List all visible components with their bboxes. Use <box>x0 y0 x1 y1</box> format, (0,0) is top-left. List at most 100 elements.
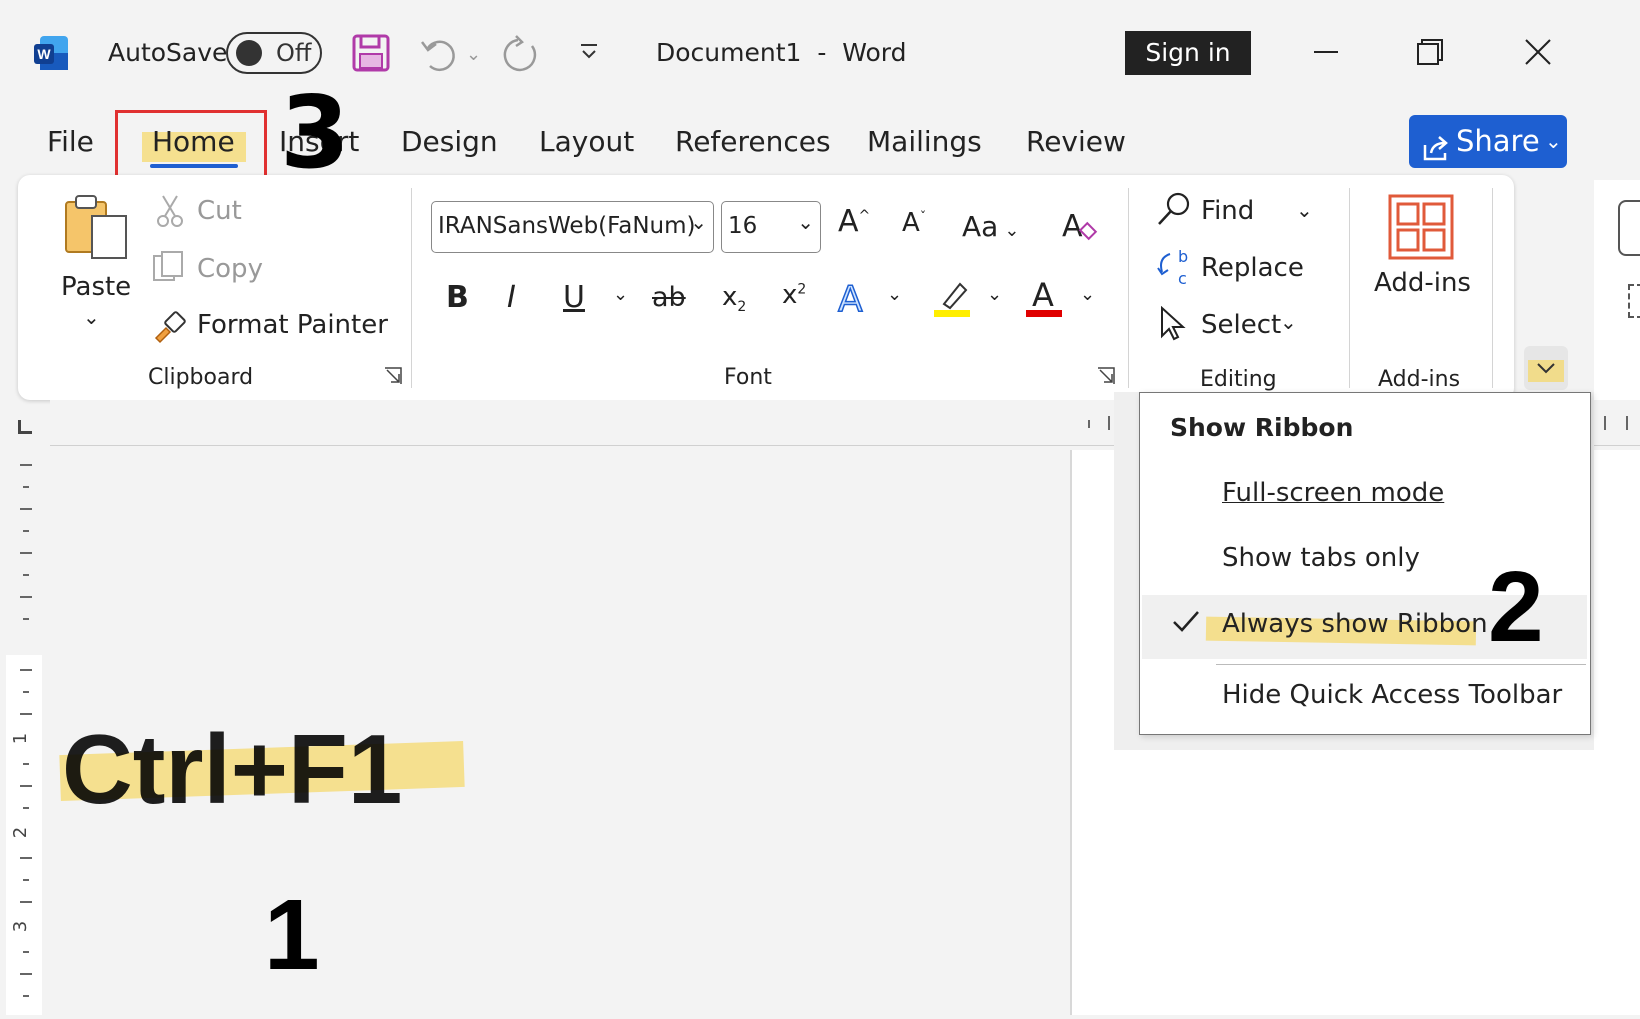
text-effects-icon[interactable]: A <box>836 277 876 321</box>
find-icon[interactable] <box>1156 191 1192 231</box>
tab-file[interactable]: File <box>47 125 94 158</box>
cut-icon[interactable] <box>155 194 185 232</box>
ruler-tick <box>1108 416 1110 430</box>
italic-button[interactable]: I <box>507 280 516 315</box>
clipboard-launcher-icon[interactable] <box>383 366 403 390</box>
svg-text:c: c <box>1178 269 1187 288</box>
share-label: Share <box>1456 124 1540 158</box>
format-painter-label[interactable]: Format Painter <box>197 310 388 340</box>
ruler-number: 2 <box>10 826 32 839</box>
ruler-tick <box>1626 416 1628 430</box>
tab-mailings[interactable]: Mailings <box>867 125 982 158</box>
font-color-chevron-icon[interactable]: ⌄ <box>1080 284 1095 305</box>
select-label[interactable]: Select <box>1201 310 1281 340</box>
ruler-tick <box>1604 416 1606 430</box>
step-2-number: 2 <box>1488 551 1544 663</box>
select-icon[interactable] <box>1158 305 1188 346</box>
group-separator <box>1492 188 1493 388</box>
shrink-font-icon[interactable]: Aˇ <box>902 208 926 238</box>
group-separator <box>1128 188 1129 388</box>
minimize-icon[interactable] <box>1306 30 1346 70</box>
replace-label[interactable]: Replace <box>1201 253 1304 283</box>
menu-item-show-tabs-only[interactable]: Show tabs only <box>1222 543 1420 573</box>
svg-text:A: A <box>838 279 863 317</box>
ruler-number: 3 <box>10 920 32 933</box>
find-chevron-icon[interactable]: ⌄ <box>1296 198 1313 222</box>
svg-text:A: A <box>1032 276 1054 314</box>
step-1-number: 1 <box>264 879 320 991</box>
font-size-combo[interactable]: 16 ⌄ <box>721 201 821 253</box>
checkmark-icon <box>1172 609 1202 639</box>
redo-icon[interactable] <box>502 34 542 78</box>
step-3-number: 3 <box>280 74 350 191</box>
change-case-label: Aa <box>962 210 999 243</box>
paste-icon[interactable] <box>64 192 130 266</box>
ribbon-options-chevron-icon <box>1537 363 1555 374</box>
add-ins-label[interactable]: Add-ins <box>1374 268 1471 298</box>
format-painter-icon[interactable] <box>152 308 188 348</box>
superscript-button[interactable]: x2 <box>782 280 806 310</box>
font-size-chevron-icon: ⌄ <box>797 210 814 234</box>
tab-references[interactable]: References <box>675 125 831 158</box>
customize-toolbar-icon[interactable] <box>577 40 601 68</box>
svg-text:b: b <box>1178 248 1188 266</box>
font-launcher-icon[interactable] <box>1096 366 1116 390</box>
font-name-value: IRANSansWeb(FaNum) <box>438 213 696 239</box>
autosave-toggle[interactable]: Off <box>226 32 322 74</box>
change-case-button[interactable]: Aa ⌄ <box>962 210 1019 243</box>
font-color-icon[interactable]: A <box>1026 276 1066 324</box>
clear-formatting-icon[interactable]: A <box>1060 206 1098 248</box>
ribbon-overflow-icon <box>1618 200 1640 256</box>
bold-button[interactable]: B <box>446 280 469 315</box>
copy-label[interactable]: Copy <box>197 254 263 284</box>
menu-item-always-show-ribbon[interactable]: Always show Ribbon <box>1222 609 1488 639</box>
menu-title: Show Ribbon <box>1170 413 1354 442</box>
undo-dropdown-icon[interactable]: ⌄ <box>466 44 481 65</box>
menu-item-full-screen[interactable]: Full-screen mode <box>1222 478 1444 508</box>
share-button[interactable]: Share ⌄ <box>1409 115 1567 168</box>
font-size-value: 16 <box>728 213 758 239</box>
autosave-state: Off <box>276 39 312 67</box>
add-ins-icon[interactable] <box>1388 194 1454 264</box>
ribbon-display-options-button[interactable] <box>1524 346 1568 390</box>
toggle-knob <box>236 40 262 66</box>
clipboard-group-label: Clipboard <box>148 365 254 390</box>
sign-in-button[interactable]: Sign in <box>1125 31 1251 75</box>
ribbon-overflow-icon <box>1628 284 1640 318</box>
group-separator <box>1349 188 1350 388</box>
cut-label[interactable]: Cut <box>197 196 242 226</box>
highlighter-icon[interactable] <box>934 278 974 324</box>
restore-icon[interactable] <box>1412 34 1452 74</box>
underline-chevron-icon[interactable]: ⌄ <box>613 284 628 305</box>
save-icon[interactable] <box>352 34 390 76</box>
group-separator <box>411 188 412 388</box>
font-name-combo[interactable]: IRANSansWeb(FaNum) ⌄ <box>431 201 714 253</box>
autosave-label: AutoSave <box>108 38 228 67</box>
paste-chevron-icon[interactable]: ⌄ <box>83 305 100 329</box>
grow-font-icon[interactable]: A^ <box>838 204 870 239</box>
shortcut-annotation: Ctrl+F1 <box>62 714 403 824</box>
find-label[interactable]: Find <box>1201 196 1254 226</box>
svg-text:W: W <box>37 46 51 62</box>
undo-icon[interactable] <box>418 34 458 78</box>
select-chevron-icon[interactable]: ⌄ <box>1280 310 1297 334</box>
close-icon[interactable] <box>1520 34 1560 74</box>
font-group-label: Font <box>724 365 772 390</box>
menu-item-hide-qat[interactable]: Hide Quick Access Toolbar <box>1222 680 1562 710</box>
menu-separator <box>1216 664 1586 665</box>
highlighter-chevron-icon[interactable]: ⌄ <box>987 284 1002 305</box>
tab-review[interactable]: Review <box>1026 125 1126 158</box>
tab-selector[interactable] <box>18 420 32 434</box>
paste-label[interactable]: Paste <box>61 272 131 302</box>
replace-icon[interactable]: bc <box>1156 247 1196 292</box>
tab-design[interactable]: Design <box>401 125 498 158</box>
share-icon <box>1421 127 1451 180</box>
tab-layout[interactable]: Layout <box>539 125 634 158</box>
text-effects-chevron-icon[interactable]: ⌄ <box>887 284 902 305</box>
strikethrough-button[interactable]: ab <box>652 282 686 313</box>
ruler-number: 1 <box>10 732 32 745</box>
underline-button[interactable]: U <box>563 280 585 315</box>
add-ins-group-label: Add-ins <box>1378 367 1461 392</box>
copy-icon[interactable] <box>152 250 186 288</box>
subscript-button[interactable]: x2 <box>722 282 746 315</box>
